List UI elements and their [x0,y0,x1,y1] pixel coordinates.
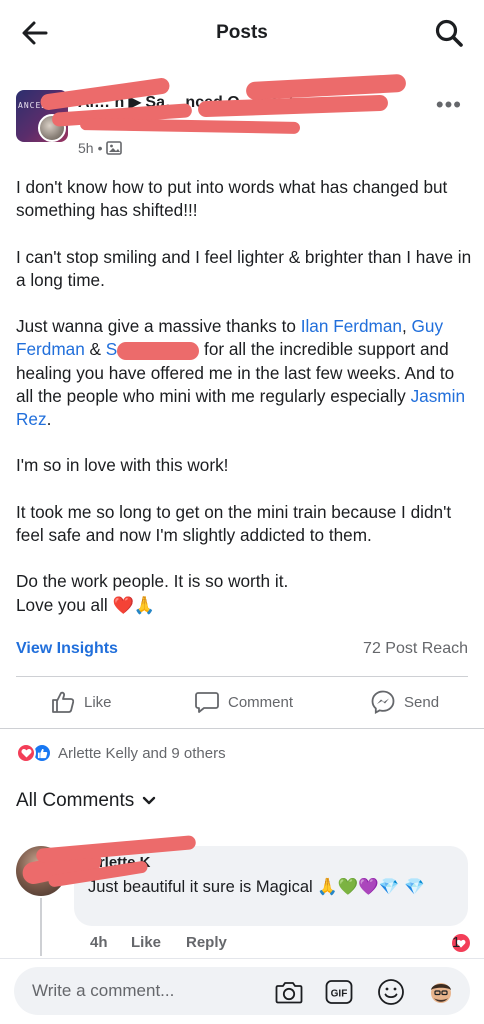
post-paragraph: Do the work people. It is so worth it. Lo… [16,571,289,615]
comment-composer: Write a comment... GIF [0,958,484,1024]
top-bar: Posts [0,0,484,68]
post-reach: 72 Post Reach [363,640,468,657]
comment-input[interactable]: Write a comment... GIF [14,967,470,1015]
comment-label: Comment [228,693,294,711]
divider [16,676,468,677]
comment-reply-button[interactable]: Reply [186,934,227,951]
post-body: I don't know how to put into words what … [16,176,472,640]
thumbs-up-icon [52,691,75,713]
redaction-mark [79,118,301,134]
reactions-summary[interactable]: Arlette Kelly and 9 others [16,742,226,764]
divider [0,728,484,729]
avatar-sticker-icon[interactable] [426,977,456,1007]
like-label: Like [84,693,112,711]
meta-separator: • [97,140,103,156]
post-header: ANCED Al… n ▶ Sa… nced O… nents 5h • ••• [0,73,484,166]
comment-placeholder: Write a comment... [32,981,175,1000]
photo-privacy-icon [106,141,123,155]
more-options-icon[interactable]: ••• [436,92,462,118]
mention-link[interactable]: S [106,339,117,359]
all-comments-label: All Comments [16,790,135,811]
gif-icon[interactable]: GIF [324,977,354,1007]
like-button[interactable]: Like [50,680,112,724]
comment-meta: 4h Like Reply 1 [90,934,470,954]
redaction-mark [117,341,200,360]
comment-like-number: 1 [452,934,461,951]
chevron-down-icon [143,796,156,805]
send-label: Send [404,693,440,711]
emoji-icon[interactable] [376,977,406,1007]
comment-text: Just beautiful it sure is Magical 🙏💚💜💎 💎 [88,878,425,896]
comment-button[interactable]: Comment [194,680,293,724]
reactions-text: Arlette Kelly and 9 others [58,744,226,762]
post-paragraph: I can't stop smiling and I feel lighter … [16,246,472,290]
view-insights-link[interactable]: View Insights [16,640,118,658]
comment-icon [195,692,219,713]
post-meta: 5h • [78,140,123,156]
post-actions: Like Comment Send [0,680,484,724]
comment-time[interactable]: 4h [90,934,108,951]
post-paragraph: Just wanna give a massive thanks to Ilan… [16,316,466,429]
mention-link[interactable]: Ilan Ferdman [301,316,402,336]
thread-line [40,898,42,956]
post-paragraph: I'm so in love with this work! [16,455,229,476]
post-paragraph: I don't know how to put into words what … [16,177,448,221]
love-reaction-icon [16,743,36,763]
search-icon[interactable] [434,18,464,48]
post-paragraph: It took me so long to get on the mini tr… [16,501,452,545]
svg-text:GIF: GIF [331,989,348,1000]
post-time[interactable]: 5h [78,140,94,156]
insights-row: View Insights 72 Post Reach [16,640,468,664]
comment-like-count[interactable]: 1 [452,934,470,952]
send-button[interactable]: Send [370,680,439,724]
messenger-icon [371,690,395,715]
mention-link[interactable]: Jasmin Rez [16,386,465,429]
comment-bubble[interactable]: Arlette K Just beautiful it sure is Magi… [74,846,468,926]
comment-like-button[interactable]: Like [131,934,161,951]
comments-filter[interactable]: All Comments [16,790,156,812]
page-title: Posts [216,22,268,43]
camera-icon[interactable] [274,977,304,1007]
